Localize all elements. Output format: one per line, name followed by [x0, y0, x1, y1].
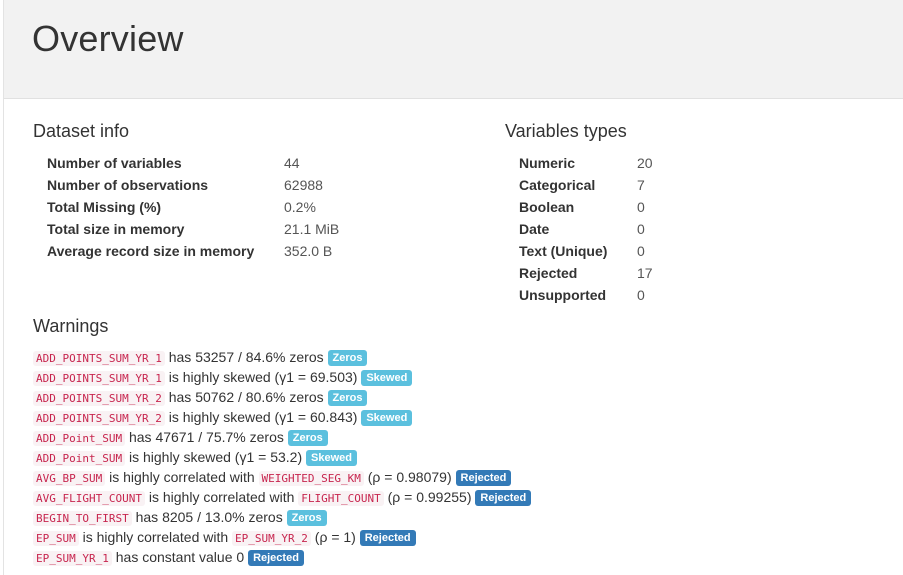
variable-types-table: Numeric 20 Categorical 7 Boolean 0 Date … [519, 152, 653, 306]
warning-badge: Skewed [361, 410, 413, 426]
row-value: 21.1 MiB [284, 221, 340, 237]
variable-link[interactable]: ADD_POINTS_SUM_YR_1 [33, 349, 165, 366]
warning-tail: (ρ = 0.99255) [387, 489, 472, 505]
warning-text: has constant value 0 [115, 549, 245, 565]
warnings-title: Warnings [33, 316, 109, 336]
row-value: 0 [637, 199, 645, 215]
dataset-info-title: Dataset info [33, 121, 130, 141]
variable-link[interactable]: ADD_Point_SUM [33, 449, 126, 466]
correlated-variable-link[interactable]: EP_SUM_YR_2 [232, 529, 311, 546]
row-label: Text (Unique) [519, 243, 608, 259]
table-row: Numeric 20 [519, 152, 653, 174]
warning-text: is highly correlated with [109, 469, 255, 485]
dataset-info-table: Number of variables 44 Number of observa… [47, 152, 339, 262]
table-row: Number of variables 44 [47, 152, 339, 174]
table-row: Boolean 0 [519, 196, 653, 218]
warning-item: ADD_POINTS_SUM_YR_1 has 53257 / 84.6% ze… [33, 347, 893, 367]
row-value: 0.2% [284, 199, 316, 215]
variable-link[interactable]: BEGIN_TO_FIRST [33, 509, 132, 526]
warning-item: ADD_Point_SUM is highly skewed (γ1 = 53.… [33, 447, 893, 467]
warning-text: has 53257 / 84.6% zeros [168, 349, 324, 365]
variable-link[interactable]: ADD_POINTS_SUM_YR_1 [33, 369, 165, 386]
table-row: Categorical 7 [519, 174, 653, 196]
table-row: Text (Unique) 0 [519, 240, 653, 262]
row-label: Number of variables [47, 155, 182, 171]
row-label: Unsupported [519, 287, 607, 303]
variable-link[interactable]: AVG_FLIGHT_COUNT [33, 489, 145, 506]
row-label: Total Missing (%) [47, 199, 162, 215]
overview-header: Overview [4, 0, 903, 99]
row-value: 62988 [284, 177, 323, 193]
warning-item: ADD_POINTS_SUM_YR_2 has 50762 / 80.6% ze… [33, 387, 893, 407]
warning-badge: Zeros [327, 390, 368, 406]
variable-link[interactable]: EP_SUM_YR_1 [33, 549, 112, 566]
warning-badge: Skewed [361, 370, 413, 386]
row-value: 0 [637, 221, 645, 237]
table-row: Total size in memory 21.1 MiB [47, 218, 339, 240]
warning-badge: Rejected [248, 550, 304, 566]
warning-text: is highly skewed (γ1 = 53.2) [128, 449, 303, 465]
warning-badge: Zeros [287, 430, 328, 446]
table-row: Average record size in memory 352.0 B [47, 240, 339, 262]
warning-text: has 8205 / 13.0% zeros [135, 509, 283, 525]
row-value: 7 [637, 177, 645, 193]
variable-link[interactable]: EP_SUM [33, 529, 79, 546]
warning-text: is highly correlated with [148, 489, 295, 505]
variable-types-title: Variables types [505, 121, 627, 141]
warning-item: BEGIN_TO_FIRST has 8205 / 13.0% zeros Ze… [33, 507, 893, 527]
row-label: Numeric [519, 155, 576, 171]
warning-text: is highly skewed (γ1 = 60.843) [168, 409, 358, 425]
row-value: 20 [637, 155, 653, 171]
row-label: Categorical [519, 177, 596, 193]
correlated-variable-link[interactable]: FLIGHT_COUNT [298, 489, 384, 506]
row-value: 0 [637, 243, 645, 259]
table-row: Number of observations 62988 [47, 174, 339, 196]
variable-link[interactable]: AVG_BP_SUM [33, 469, 106, 486]
warning-item: AVG_FLIGHT_COUNT is highly correlated wi… [33, 487, 893, 507]
variable-link[interactable]: ADD_POINTS_SUM_YR_2 [33, 389, 165, 406]
row-value: 17 [637, 265, 653, 281]
warning-text: is highly correlated with [82, 529, 229, 545]
row-label: Boolean [519, 199, 575, 215]
warning-badge: Rejected [359, 530, 416, 546]
warning-item: ADD_Point_SUM has 47671 / 75.7% zeros Ze… [33, 427, 893, 447]
row-label: Date [519, 221, 550, 237]
variable-link[interactable]: ADD_Point_SUM [33, 429, 126, 446]
table-row: Total Missing (%) 0.2% [47, 196, 339, 218]
row-label: Number of observations [47, 177, 209, 193]
row-label: Rejected [519, 265, 578, 281]
warning-tail: (ρ = 0.98079) [367, 469, 452, 485]
row-label: Average record size in memory [47, 243, 255, 259]
row-value: 44 [284, 155, 300, 171]
table-row: Date 0 [519, 218, 653, 240]
page-title: Overview [32, 18, 184, 59]
table-row: Rejected 17 [519, 262, 653, 284]
warnings-list: ADD_POINTS_SUM_YR_1 has 53257 / 84.6% ze… [33, 347, 893, 567]
warning-item: EP_SUM is highly correlated with EP_SUM_… [33, 527, 893, 547]
row-label: Total size in memory [47, 221, 185, 237]
warning-item: EP_SUM_YR_1 has constant value 0 Rejecte… [33, 547, 893, 567]
warning-text: has 47671 / 75.7% zeros [128, 429, 284, 445]
variable-link[interactable]: ADD_POINTS_SUM_YR_2 [33, 409, 165, 426]
warning-item: AVG_BP_SUM is highly correlated with WEI… [33, 467, 893, 487]
warning-item: ADD_POINTS_SUM_YR_1 is highly skewed (γ1… [33, 367, 893, 387]
row-value: 0 [637, 287, 645, 303]
warning-text: is highly skewed (γ1 = 69.503) [168, 369, 358, 385]
warning-badge: Zeros [327, 350, 368, 366]
warning-item: ADD_POINTS_SUM_YR_2 is highly skewed (γ1… [33, 407, 893, 427]
warning-badge: Zeros [286, 510, 327, 526]
warning-badge: Rejected [455, 470, 512, 486]
warning-badge: Skewed [306, 450, 357, 466]
table-row: Unsupported 0 [519, 284, 653, 306]
warning-text: has 50762 / 80.6% zeros [168, 389, 324, 405]
warning-badge: Rejected [475, 490, 532, 506]
row-value: 352.0 B [284, 243, 333, 259]
correlated-variable-link[interactable]: WEIGHTED_SEG_KM [258, 469, 364, 486]
warning-tail: (ρ = 1) [314, 529, 356, 545]
